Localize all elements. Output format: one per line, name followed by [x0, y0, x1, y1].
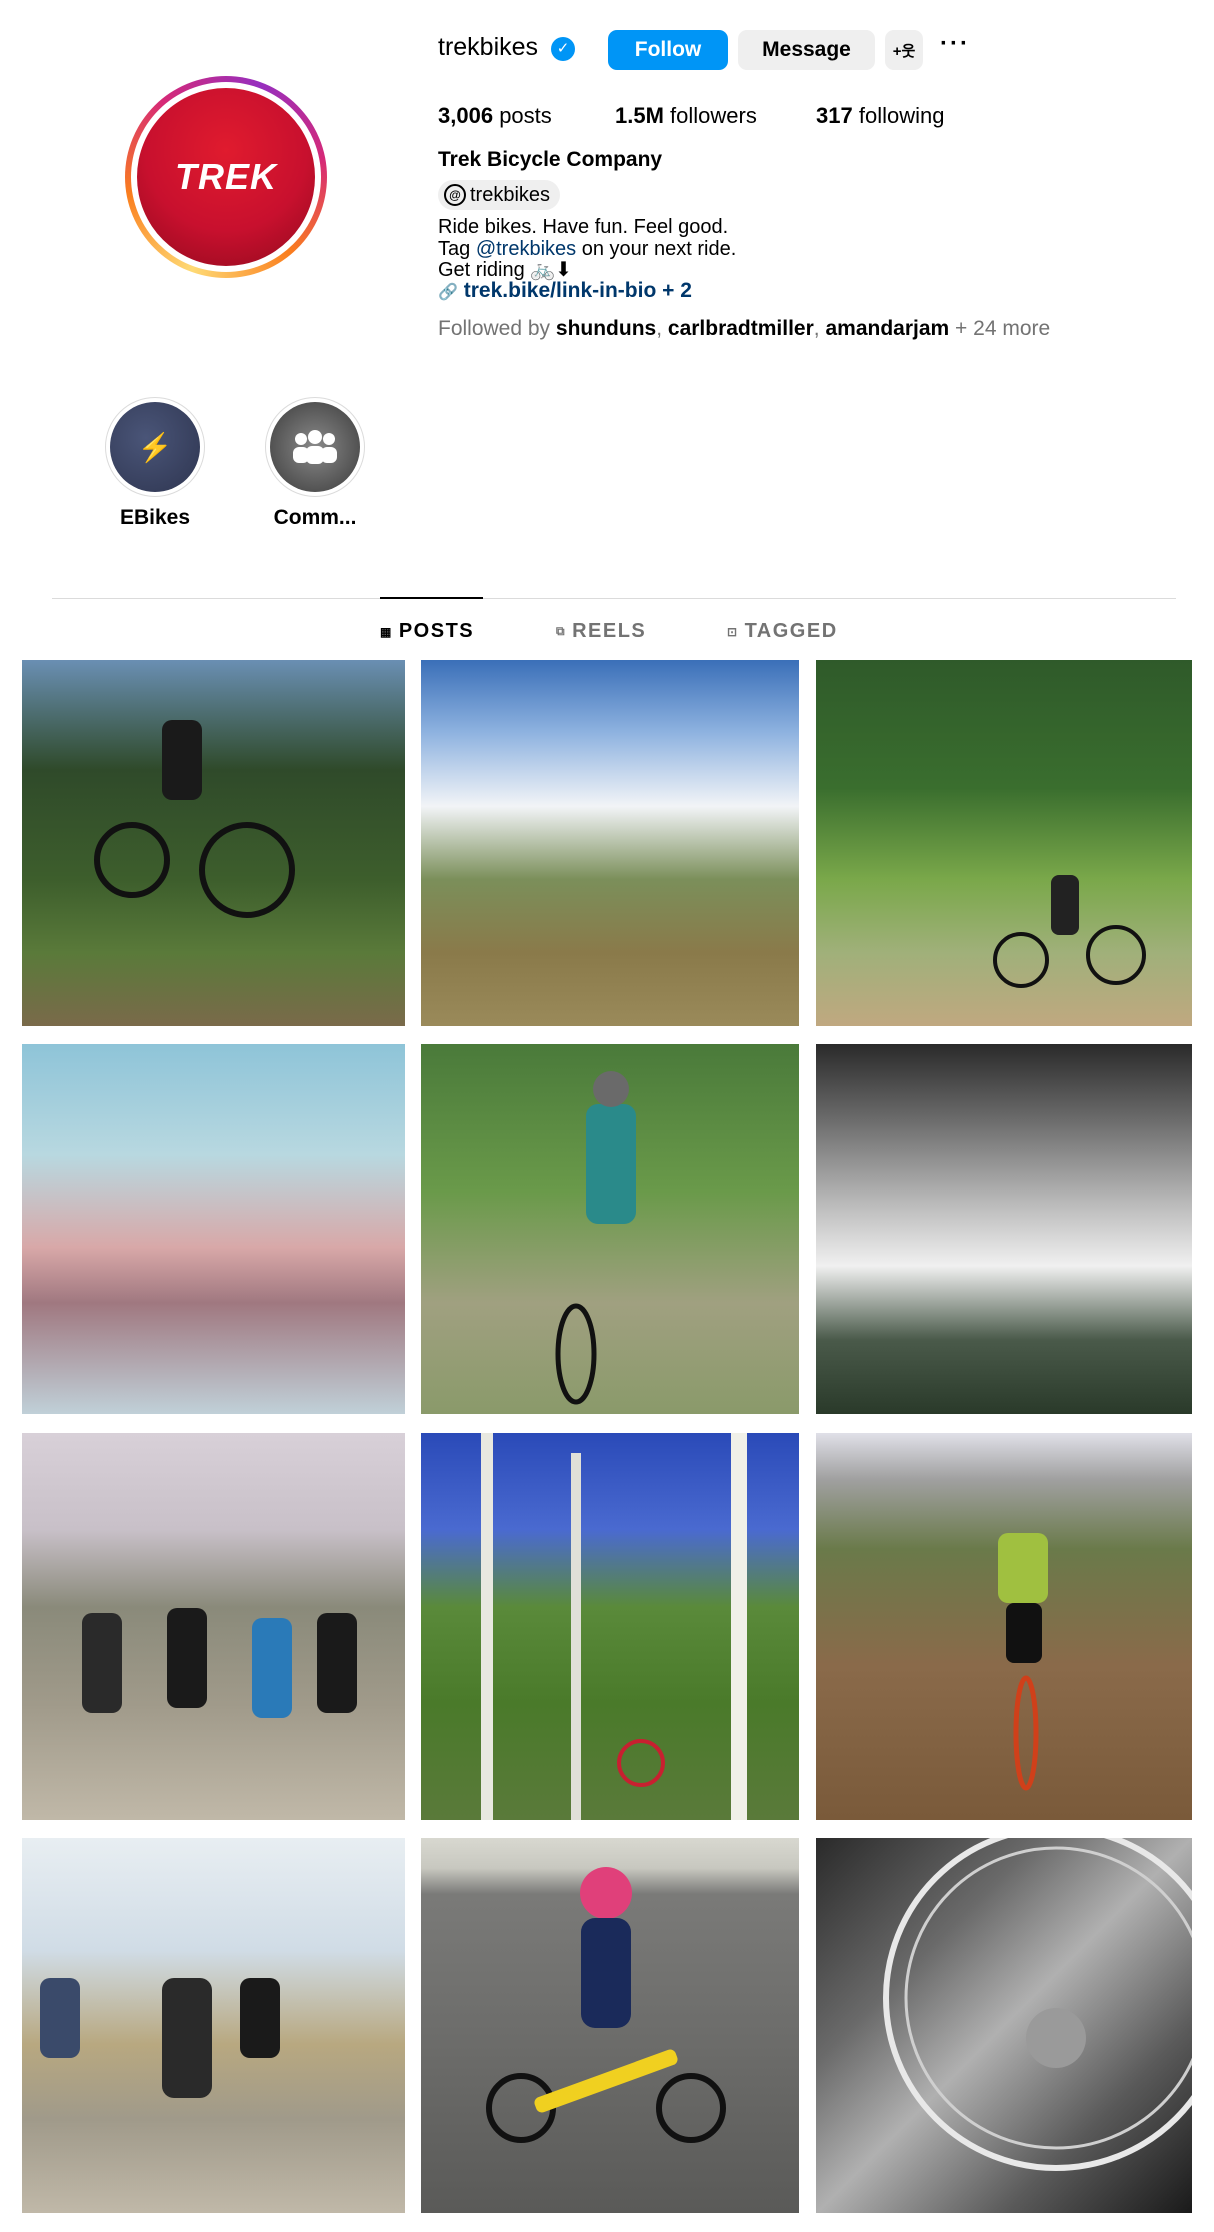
- highlight-ebikes[interactable]: ⚡ EBikes: [105, 397, 205, 529]
- grid-icon: ▦: [380, 624, 393, 639]
- verified-badge-icon: ✓: [551, 37, 575, 61]
- post-thumbnail[interactable]: [421, 1838, 799, 2213]
- post-thumbnail[interactable]: [22, 1433, 405, 1820]
- suggested-accounts-icon[interactable]: +웃: [885, 30, 923, 70]
- tab-tagged[interactable]: ⊡ TAGGED: [727, 620, 838, 643]
- tagged-icon: ⊡: [727, 624, 739, 639]
- trek-logo: TREK: [137, 88, 315, 266]
- post-thumbnail[interactable]: [22, 1838, 405, 2213]
- tab-posts[interactable]: ▦ POSTS: [380, 620, 474, 643]
- posts-count: 3,006 posts: [438, 103, 552, 128]
- post-thumbnail[interactable]: [816, 1838, 1192, 2213]
- highlight-community[interactable]: Comm...: [265, 397, 365, 529]
- message-button[interactable]: Message: [738, 30, 875, 70]
- reels-icon: ⧉: [556, 624, 567, 638]
- tab-reels[interactable]: ⧉ REELS: [556, 620, 646, 643]
- username: trekbikes: [438, 33, 539, 61]
- bio-link[interactable]: 🔗 trek.bike/link-in-bio + 2: [438, 279, 692, 303]
- followers-link[interactable]: 1.5M followers: [615, 103, 757, 129]
- post-thumbnail[interactable]: [22, 1044, 405, 1414]
- lightning-icon: ⚡: [110, 402, 200, 492]
- community-icon: [270, 402, 360, 492]
- post-thumbnail[interactable]: [421, 660, 799, 1026]
- mention-link[interactable]: @trekbikes: [476, 238, 576, 260]
- tabs-divider: [52, 598, 1176, 599]
- following-link[interactable]: 317 following: [816, 103, 944, 129]
- link-icon: 🔗: [438, 284, 458, 301]
- followed-by[interactable]: Followed by shunduns, carlbradtmiller, a…: [438, 317, 1050, 341]
- active-tab-indicator: [380, 597, 483, 599]
- more-options-icon[interactable]: ···: [940, 30, 970, 58]
- full-name: Trek Bicycle Company: [438, 148, 663, 171]
- follow-button[interactable]: Follow: [608, 30, 728, 70]
- post-thumbnail[interactable]: [816, 1433, 1192, 1820]
- bio-line: Get riding 🚲⬇: [438, 259, 572, 281]
- threads-icon: @: [444, 184, 466, 206]
- threads-badge[interactable]: @ trekbikes: [438, 180, 561, 210]
- profile-avatar[interactable]: TREK: [125, 76, 327, 278]
- post-thumbnail[interactable]: [421, 1044, 799, 1414]
- bio-line: Tag @trekbikes on your next ride.: [438, 238, 737, 260]
- post-thumbnail[interactable]: [816, 660, 1192, 1026]
- post-thumbnail[interactable]: [421, 1433, 799, 1820]
- bio-line: Ride bikes. Have fun. Feel good.: [438, 216, 729, 238]
- post-thumbnail[interactable]: [816, 1044, 1192, 1414]
- post-thumbnail[interactable]: [22, 660, 405, 1026]
